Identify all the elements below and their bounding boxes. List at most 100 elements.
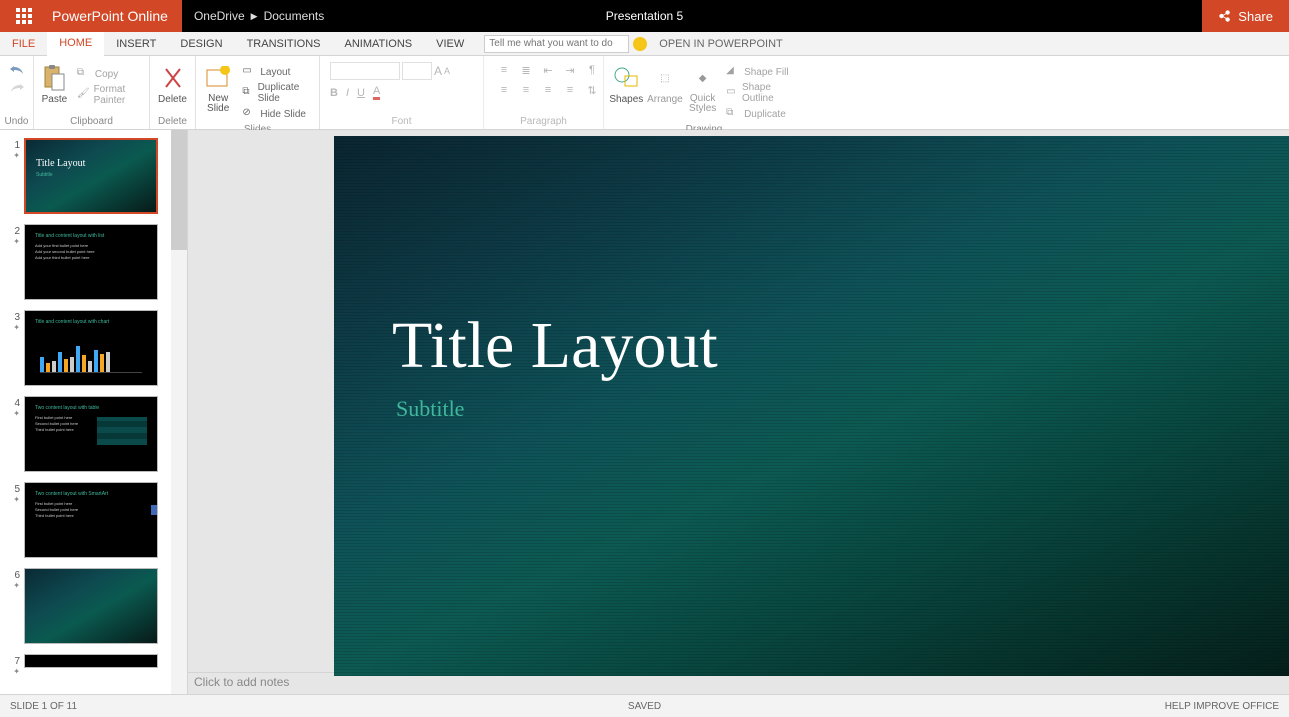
shape-outline-button[interactable]: ▭Shape Outline — [722, 83, 800, 103]
scrollbar-handle[interactable] — [171, 130, 187, 250]
font-size-combo[interactable] — [402, 62, 432, 80]
thumbnail-slide-2[interactable]: Title and content layout with list Add y… — [24, 224, 158, 300]
status-help-improve[interactable]: HELP IMPROVE OFFICE — [1165, 701, 1279, 712]
copy-button[interactable]: ⧉Copy — [73, 64, 145, 84]
ribbon: Undo Paste ⧉Copy 🖌Format Painter Clipboa… — [0, 56, 1289, 130]
copy-icon: ⧉ — [77, 67, 91, 81]
breadcrumb-root[interactable]: OneDrive — [194, 9, 245, 23]
underline-button[interactable]: U — [357, 87, 365, 99]
chevron-right-icon: ▶ — [251, 11, 258, 22]
group-label-font: Font — [324, 116, 479, 129]
undo-icon[interactable] — [9, 64, 25, 76]
italic-button[interactable]: I — [346, 87, 349, 99]
thumbnail-slide-6[interactable] — [24, 568, 158, 644]
duplicate-icon: ⧉ — [726, 107, 740, 121]
tab-file[interactable]: FILE — [0, 32, 47, 55]
tab-transitions[interactable]: TRANSITIONS — [235, 32, 333, 55]
tab-animations[interactable]: ANIMATIONS — [333, 32, 425, 55]
quick-styles-button[interactable]: ◆ Quick Styles — [685, 60, 720, 114]
slide-subtitle-placeholder[interactable]: Subtitle — [396, 396, 464, 422]
tab-home[interactable]: HOME — [47, 32, 104, 56]
quick-styles-icon: ◆ — [689, 64, 717, 92]
ribbon-tabs: FILE HOME INSERT DESIGN TRANSITIONS ANIM… — [0, 32, 1289, 56]
status-slide-count: SLIDE 1 OF 11 — [10, 701, 77, 712]
app-launcher-button[interactable] — [0, 0, 48, 32]
paste-icon — [42, 64, 66, 92]
thumbnail-scrollbar[interactable] — [171, 130, 187, 694]
document-title[interactable]: Presentation 5 — [606, 9, 683, 23]
shape-fill-button[interactable]: ◢Shape Fill — [722, 62, 800, 82]
title-bar: PowerPoint Online OneDrive ▶ Documents P… — [0, 0, 1289, 32]
paste-button[interactable]: Paste — [38, 60, 71, 105]
shrink-font-icon[interactable]: A — [444, 66, 450, 76]
align-left-icon[interactable]: ≡ — [496, 84, 512, 100]
font-color-button[interactable]: A — [373, 85, 380, 100]
thumbnail-slide-3[interactable]: Title and content layout with chart — [24, 310, 158, 386]
tab-insert[interactable]: INSERT — [104, 32, 168, 55]
thumbnail-slide-5[interactable]: Two content layout with SmartArt First b… — [24, 482, 158, 558]
duplicate-slide-icon: ⧉ — [242, 86, 253, 100]
share-button[interactable]: Share — [1202, 0, 1289, 32]
grow-font-icon[interactable]: A — [434, 64, 442, 78]
thumbnail-slide-7[interactable] — [24, 654, 158, 668]
animation-star-icon: ✦ — [6, 495, 20, 504]
delete-button[interactable]: Delete — [154, 60, 191, 105]
hide-slide-button[interactable]: ⊘Hide Slide — [238, 104, 315, 124]
animation-star-icon: ✦ — [6, 581, 20, 590]
shape-outline-icon: ▭ — [726, 86, 738, 100]
slide-thumbnail-panel[interactable]: 1✦ Title Layout Subtitle 2✦ Title and co… — [0, 130, 188, 694]
group-drawing: Shapes ⬚ Arrange ◆ Quick Styles ◢Shape F… — [604, 56, 804, 129]
status-saved: SAVED — [628, 701, 661, 712]
thumbnail-slide-4[interactable]: Two content layout with table First bull… — [24, 396, 158, 472]
thumbnail-row: 3✦ Title and content layout with chart — [6, 310, 181, 386]
bold-button[interactable]: B — [330, 87, 338, 99]
align-center-icon[interactable]: ≡ — [518, 84, 534, 100]
group-font: A A B I U A Font — [320, 56, 484, 129]
numbering-icon[interactable]: ≣ — [518, 64, 534, 80]
animation-star-icon: ✦ — [6, 237, 20, 246]
shapes-button[interactable]: Shapes — [608, 60, 645, 105]
thumbnail-slide-1[interactable]: Title Layout Subtitle — [24, 138, 158, 214]
arrange-button[interactable]: ⬚ Arrange — [647, 60, 684, 105]
group-delete: Delete Delete — [150, 56, 196, 129]
thumbnail-row: 7✦ — [6, 654, 181, 676]
tell-me-input[interactable] — [484, 35, 629, 53]
slide-canvas-area[interactable]: Title Layout Subtitle — [188, 130, 1289, 672]
format-painter-button[interactable]: 🖌Format Painter — [73, 85, 145, 105]
lightbulb-icon — [633, 37, 647, 51]
bullets-icon[interactable]: ≡ — [496, 64, 512, 80]
duplicate-button[interactable]: ⧉Duplicate — [722, 104, 800, 124]
thumb-number: 1 — [14, 140, 20, 151]
text-direction-icon[interactable]: ¶ — [584, 64, 600, 80]
group-label-delete: Delete — [154, 116, 191, 129]
thumbnail-row: 5✦ Two content layout with SmartArt Firs… — [6, 482, 181, 558]
thumb-chart-icon — [40, 335, 142, 373]
font-family-combo[interactable] — [330, 62, 400, 80]
arrange-icon: ⬚ — [651, 64, 679, 92]
layout-icon: ▭ — [242, 65, 256, 79]
open-in-powerpoint-button[interactable]: OPEN IN POWERPOINT — [647, 32, 794, 55]
decrease-indent-icon[interactable]: ⇤ — [540, 64, 556, 80]
thumb-number: 5 — [14, 484, 20, 495]
increase-indent-icon[interactable]: ⇥ — [562, 64, 578, 80]
delete-icon — [163, 66, 183, 90]
redo-icon[interactable] — [9, 82, 25, 94]
tab-design[interactable]: DESIGN — [168, 32, 234, 55]
animation-star-icon: ✦ — [6, 323, 20, 332]
breadcrumb-folder[interactable]: Documents — [264, 9, 325, 23]
slide-title-placeholder[interactable]: Title Layout — [392, 308, 718, 384]
slide[interactable]: Title Layout Subtitle — [334, 136, 1289, 676]
new-slide-button[interactable]: New Slide — [200, 60, 236, 114]
align-right-icon[interactable]: ≡ — [540, 84, 556, 100]
thumb-number: 3 — [14, 312, 20, 323]
layout-button[interactable]: ▭Layout — [238, 62, 315, 82]
group-label-undo: Undo — [4, 116, 29, 129]
group-label-clipboard: Clipboard — [38, 116, 145, 129]
line-spacing-icon[interactable]: ⇅ — [584, 84, 600, 100]
tab-view[interactable]: VIEW — [424, 32, 476, 55]
thumb-table-icon — [97, 417, 147, 445]
duplicate-slide-button[interactable]: ⧉Duplicate Slide — [238, 83, 315, 103]
thumbnail-row: 6✦ — [6, 568, 181, 644]
thumb-number: 2 — [14, 226, 20, 237]
justify-icon[interactable]: ≡ — [562, 84, 578, 100]
